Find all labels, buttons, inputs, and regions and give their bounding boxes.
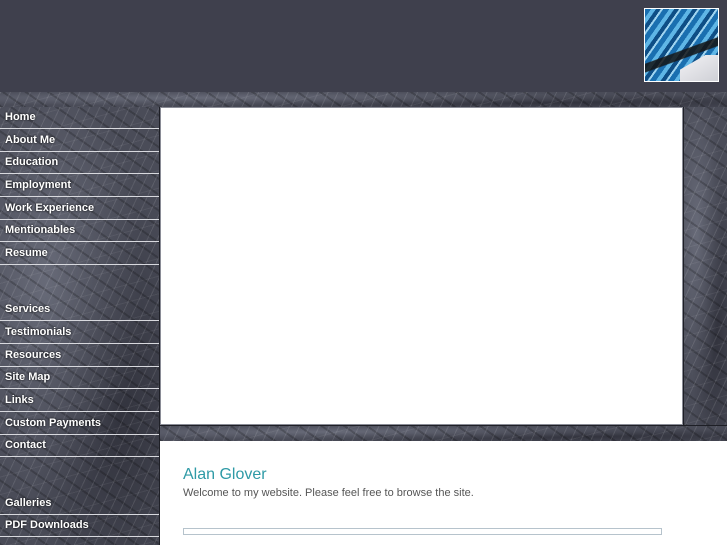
header	[0, 0, 727, 92]
nav-item-contact[interactable]: Contact	[0, 435, 159, 457]
nav-item-custom-payments[interactable]: Custom Payments	[0, 413, 159, 435]
nav-item-galleries[interactable]: Galleries	[0, 493, 159, 515]
nav-item-services[interactable]: Services	[0, 299, 159, 321]
nav-item-site-map[interactable]: Site Map	[0, 367, 159, 389]
nav-item-mentionables[interactable]: Mentionables	[0, 220, 159, 242]
nav-item-links[interactable]: Links	[0, 390, 159, 412]
content-panel	[183, 528, 662, 535]
nav-item-employment[interactable]: Employment	[0, 175, 159, 197]
header-logo-image	[644, 8, 719, 82]
nav-item-home[interactable]: Home	[0, 107, 159, 129]
nav-item-resources[interactable]: Resources	[0, 345, 159, 367]
nav-item-about-me[interactable]: About Me	[0, 130, 159, 152]
welcome-text: Welcome to my website. Please feel free …	[183, 487, 474, 499]
main-banner-area	[160, 107, 683, 425]
nav-item-work-experience[interactable]: Work Experience	[0, 198, 159, 220]
middle-texture-band	[160, 425, 727, 441]
nav-item-resume[interactable]: Resume	[0, 243, 159, 265]
content-area: Alan Glover Welcome to my website. Pleas…	[160, 441, 727, 545]
nav-item-testimonials[interactable]: Testimonials	[0, 322, 159, 344]
page: Home About Me Education Employment Work …	[0, 0, 727, 545]
nav-item-pdf-downloads[interactable]: PDF Downloads	[0, 515, 159, 537]
right-texture-strip	[683, 107, 727, 425]
nav-item-education[interactable]: Education	[0, 152, 159, 174]
top-texture-band	[0, 92, 727, 107]
sidebar-nav: Home About Me Education Employment Work …	[0, 107, 160, 545]
page-title: Alan Glover	[183, 466, 267, 483]
